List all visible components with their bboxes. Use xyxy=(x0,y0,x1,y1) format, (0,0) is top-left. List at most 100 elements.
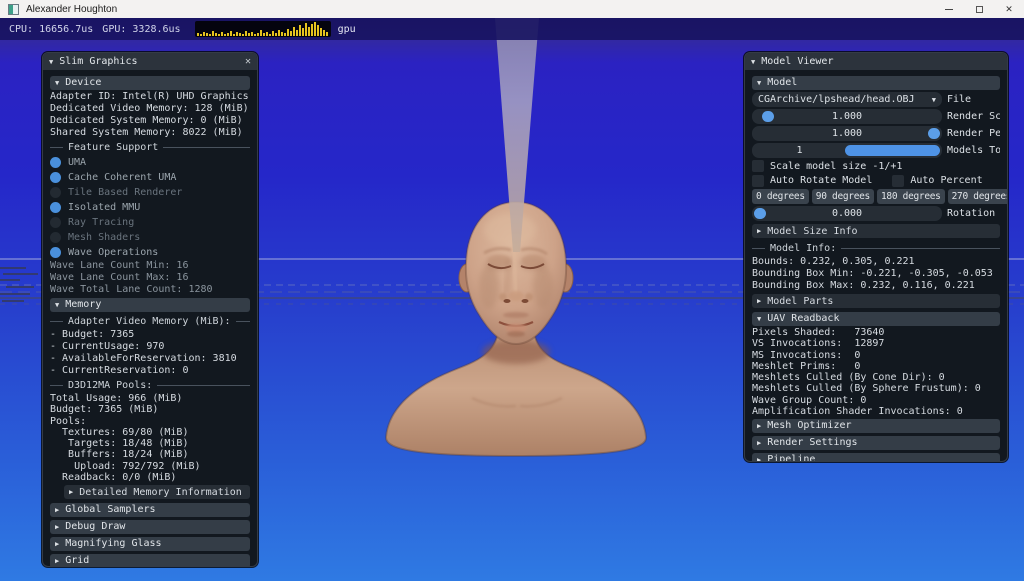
feature-mesh-shaders[interactable]: Mesh Shaders xyxy=(50,230,250,245)
device-line: Dedicated Video Memory: 128 (MiB) xyxy=(50,103,250,115)
cpu-time-label: CPU: 16656.7us xyxy=(9,24,93,35)
chevron-down-icon xyxy=(757,315,761,323)
uav-line: Meshlets Culled (By Sphere Frustum): 0 xyxy=(752,383,1000,394)
file-combo-label: File xyxy=(947,94,971,105)
rotate-90-button[interactable]: 90 degrees xyxy=(812,189,874,204)
slider-grab[interactable] xyxy=(754,208,766,219)
feature-cache-coherent-uma[interactable]: Cache Coherent UMA xyxy=(50,170,250,185)
model-info-line: Bounds: 0.232, 0.305, 0.221 xyxy=(752,256,1000,268)
rotate-270-button[interactable]: 270 degrees xyxy=(948,189,1008,204)
radio-icon xyxy=(50,247,61,258)
auto-rotate-checkbox[interactable] xyxy=(752,175,764,187)
radio-icon xyxy=(50,157,61,168)
uav-line: Pixels Shaded: 73640 xyxy=(752,327,1000,338)
chevron-down-icon xyxy=(932,96,936,104)
scene-background: CPU: 16656.7us GPU: 3328.6us gpu Slim Gr… xyxy=(0,18,1024,581)
feature-wave-operations[interactable]: Wave Operations xyxy=(50,245,250,260)
scale-model-label: Scale model size -1/+1 xyxy=(770,161,902,172)
feature-uma[interactable]: UMA xyxy=(50,155,250,170)
device-line: Dedicated System Memory: 0 (MiB) xyxy=(50,115,250,127)
model-viewer-titlebar[interactable]: Model Viewer xyxy=(745,53,1007,70)
feature-ray-tracing[interactable]: Ray Tracing xyxy=(50,215,250,230)
wave-line: Wave Total Lane Count: 1280 xyxy=(50,284,250,296)
header-model[interactable]: Model xyxy=(752,76,1000,90)
wave-line: Wave Lane Count Max: 16 xyxy=(50,272,250,284)
gpu-graph-label: gpu xyxy=(338,24,356,35)
header-memory[interactable]: Memory xyxy=(50,298,250,312)
models-to-render-slider[interactable]: 1 xyxy=(752,143,942,158)
uav-line: Wave Group Count: 0 xyxy=(752,395,1000,406)
header-render-settings[interactable]: Render Settings xyxy=(752,436,1000,450)
slider-grab[interactable] xyxy=(928,128,940,139)
chevron-right-icon xyxy=(757,422,761,430)
pool-line: Total Usage: 966 (MiB) xyxy=(50,393,250,404)
header-mesh-optimizer[interactable]: Mesh Optimizer xyxy=(752,419,1000,433)
tree-model-parts[interactable]: Model Parts xyxy=(752,294,1000,308)
minimize-button[interactable] xyxy=(934,0,964,18)
feature-isolated-mmu[interactable]: Isolated MMU xyxy=(50,200,250,215)
chevron-right-icon xyxy=(55,557,59,565)
radio-icon xyxy=(50,172,61,183)
header-pipeline[interactable]: Pipeline xyxy=(752,453,1000,462)
panel-close-icon[interactable] xyxy=(245,56,251,67)
app-icon xyxy=(8,4,19,15)
minimize-icon xyxy=(945,9,953,10)
app-window: Alexander Houghton ✕ xyxy=(0,0,1024,581)
model-info-line: Bounding Box Max: 0.232, 0.116, 0.221 xyxy=(752,280,1000,292)
close-icon: ✕ xyxy=(1005,4,1013,15)
slider-grab[interactable] xyxy=(762,111,774,122)
header-device[interactable]: Device xyxy=(50,76,250,90)
pool-line: Textures: 69/80 (MiB) xyxy=(50,427,250,438)
window-titlebar[interactable]: Alexander Houghton ✕ xyxy=(0,0,1024,18)
chevron-down-icon xyxy=(757,79,761,87)
panel-title: Model Viewer xyxy=(761,56,833,67)
auto-percent-checkbox[interactable] xyxy=(892,175,904,187)
header-debug-draw[interactable]: Debug Draw xyxy=(50,520,250,534)
feature-tile-based-renderer[interactable]: Tile Based Renderer xyxy=(50,185,250,200)
chevron-down-icon xyxy=(55,79,59,87)
uav-line: Meshlet Prims: 0 xyxy=(752,361,1000,372)
maximize-button[interactable] xyxy=(964,0,994,18)
radio-icon xyxy=(50,232,61,243)
gpu-time-label: GPU: 3328.6us xyxy=(102,24,180,35)
render-scale-slider[interactable]: 1.000 xyxy=(752,109,942,124)
uav-line: MS Invocations: 0 xyxy=(752,350,1000,361)
pool-line: Budget: 7365 (MiB) xyxy=(50,404,250,415)
tree-model-size-info[interactable]: Model Size Info xyxy=(752,224,1000,238)
rotation-label: Rotation xyxy=(947,208,995,219)
chevron-right-icon xyxy=(757,439,761,447)
rotate-180-button[interactable]: 180 degrees xyxy=(877,189,945,204)
pool-line: Readback: 0/0 (MiB) xyxy=(50,472,250,483)
scale-model-checkbox[interactable] xyxy=(752,160,764,172)
render-percent-slider[interactable]: 1.000 xyxy=(752,126,942,141)
slim-graphics-titlebar[interactable]: Slim Graphics xyxy=(43,53,257,70)
chevron-right-icon xyxy=(55,523,59,531)
rotate-0-button[interactable]: 0 degrees xyxy=(752,189,809,204)
pool-line: Buffers: 18/24 (MiB) xyxy=(50,449,250,460)
maximize-icon xyxy=(976,6,983,13)
model-info-line: Bounding Box Min: -0.221, -0.305, -0.053 xyxy=(752,268,1000,280)
uav-line: Meshlets Culled (By Cone Dir): 0 xyxy=(752,372,1000,383)
memory-line: - CurrentUsage: 970 xyxy=(50,341,250,353)
radio-icon xyxy=(50,217,61,228)
file-combo[interactable]: CGArchive/lpshead/head.OBJ xyxy=(752,92,942,107)
device-line: Shared System Memory: 8022 (MiB) xyxy=(50,127,250,139)
header-magnifying-glass[interactable]: Magnifying Glass xyxy=(50,537,250,551)
close-button[interactable]: ✕ xyxy=(994,0,1024,18)
uav-line: VS Invocations: 12897 xyxy=(752,338,1000,349)
auto-percent-label: Auto Percent xyxy=(910,175,982,186)
memory-line: - AvailableForReservation: 3810 xyxy=(50,353,250,365)
tree-detailed-memory-information[interactable]: Detailed Memory Information xyxy=(64,485,250,499)
slider-fill[interactable] xyxy=(845,145,940,156)
header-grid[interactable]: Grid xyxy=(50,554,250,567)
panel-title: Slim Graphics xyxy=(59,56,137,67)
chevron-down-icon xyxy=(751,58,755,66)
wave-line: Wave Lane Count Min: 16 xyxy=(50,260,250,272)
separator-d3d12ma-pools: D3D12MA Pools: xyxy=(50,380,250,391)
header-global-samplers[interactable]: Global Samplers xyxy=(50,503,250,517)
chevron-right-icon xyxy=(757,227,761,235)
models-to-render-label: Models To Rend xyxy=(947,145,1000,156)
chevron-down-icon xyxy=(49,58,53,66)
header-uav-readback[interactable]: UAV Readback xyxy=(752,312,1000,326)
rotation-slider[interactable]: 0.000 xyxy=(752,206,942,221)
